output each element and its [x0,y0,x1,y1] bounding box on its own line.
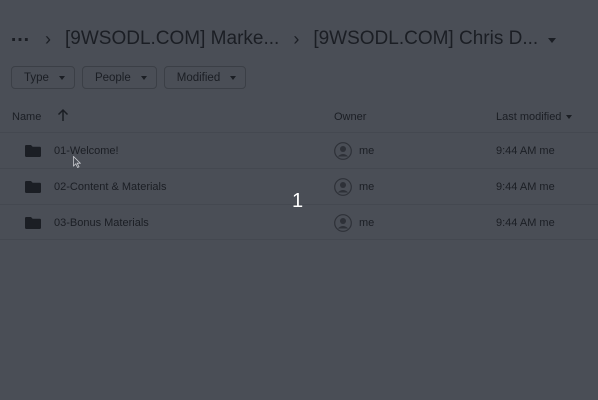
mouse-cursor-icon [73,156,81,168]
chevron-right-icon: › [45,28,51,49]
drive-folder-view: … › [9WSODL.COM] Marke... › [9WSODL.COM]… [0,0,598,400]
avatar-icon [334,178,352,196]
folder-icon [25,217,41,229]
file-list: 01-Welcome! me 9:44 AM me 02-Content & M… [0,132,598,240]
filter-modified-button[interactable]: Modified [163,66,247,89]
file-name: 02-Content & Materials [54,181,167,193]
column-header-owner: Owner [334,111,367,123]
column-header-last-modified-label: Last modified [496,111,562,123]
table-header: Name Owner Last modified [0,104,598,130]
file-name: 03-Bonus Materials [54,217,149,229]
folder-icon [25,145,41,157]
filter-label: Modified [176,71,221,84]
breadcrumb-more-button[interactable]: … [10,24,31,47]
chevron-right-icon: › [293,28,300,49]
filter-people-button[interactable]: People [81,66,157,89]
filter-label: People [94,71,131,84]
column-header-name[interactable]: Name [12,111,41,123]
breadcrumb: … › [9WSODL.COM] Marke... › [9WSODL.COM]… [10,22,557,56]
caret-down-icon[interactable] [548,37,557,43]
caret-down-icon [140,75,147,80]
column-header-last-modified[interactable]: Last modified [496,111,573,123]
owner-name: me [359,217,375,229]
folder-icon [25,181,41,193]
breadcrumb-item-parent[interactable]: [9WSODL.COM] Marke... [65,28,279,50]
owner-name: me [359,145,375,157]
breadcrumb-item-current[interactable]: [9WSODL.COM] Chris D... [313,28,538,50]
last-modified: 9:44 AM me [496,145,555,157]
filter-type-button[interactable]: Type [11,66,75,89]
last-modified: 9:44 AM me [496,217,555,229]
filter-bar: Type People Modified [11,66,247,89]
filter-label: Type [24,71,49,84]
file-name: 01-Welcome! [54,145,119,157]
caret-down-icon [58,75,65,80]
caret-down-icon [230,75,237,80]
sort-arrow-up-icon[interactable] [57,108,69,122]
owner-name: me [359,181,375,193]
caret-down-icon [566,115,573,119]
last-modified: 9:44 AM me [496,181,555,193]
avatar-icon [334,142,352,160]
table-row[interactable]: 01-Welcome! me 9:44 AM me [0,132,598,168]
step-number-label: 1 [292,190,304,212]
avatar-icon [334,214,352,232]
